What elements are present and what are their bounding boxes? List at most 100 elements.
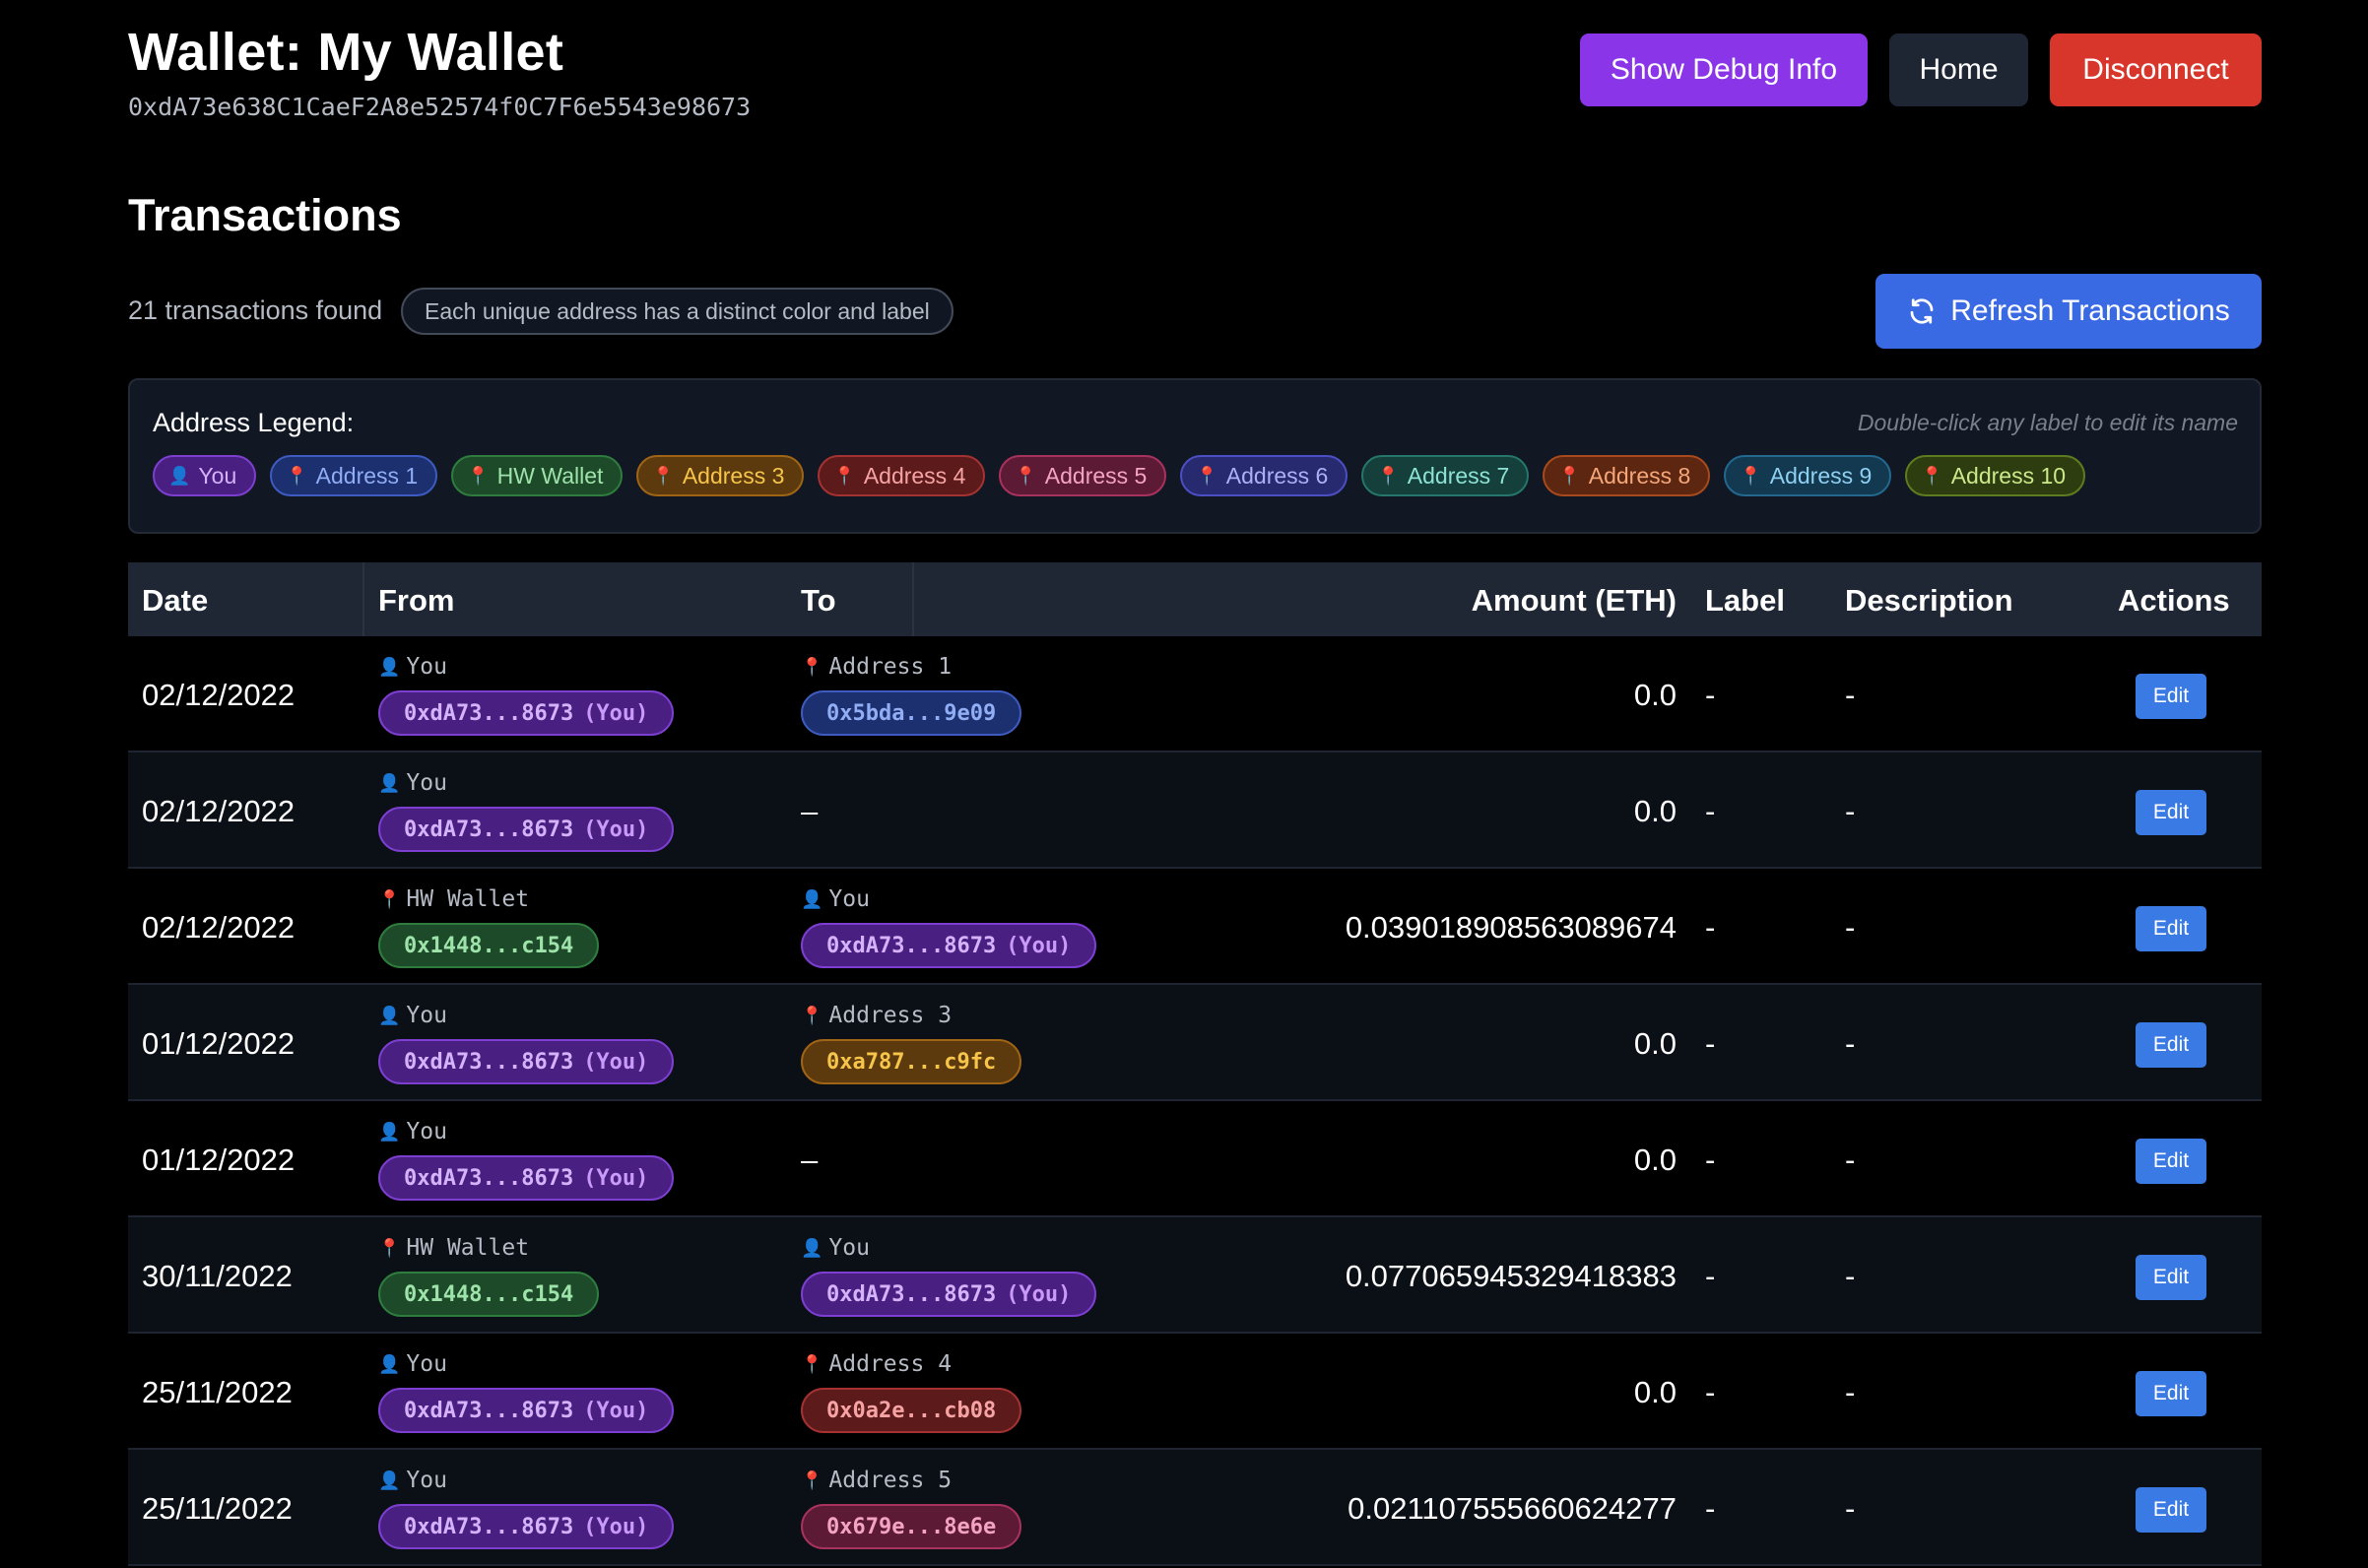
from-label-text: HW Wallet xyxy=(406,886,530,912)
to-label-text: Address 4 xyxy=(828,1351,953,1377)
legend-chip-address-8[interactable]: 📍 Address 8 xyxy=(1543,455,1711,496)
from-label[interactable]: 👤 You xyxy=(378,768,674,798)
from-address-pill[interactable]: 0xdA73...8673 (You) xyxy=(378,1155,675,1201)
you-suffix: (You) xyxy=(583,817,649,842)
pin-icon: 📍 xyxy=(1377,465,1400,486)
pin-icon: 📍 xyxy=(1558,465,1581,486)
header-amount[interactable]: Amount (ETH) xyxy=(1472,583,1677,619)
label-cell: - xyxy=(1705,1026,1716,1061)
header-from[interactable]: From xyxy=(378,583,455,619)
legend-chip-address-1[interactable]: 📍 Address 1 xyxy=(270,455,438,496)
from-label[interactable]: 👤 You xyxy=(378,652,674,682)
from-address-pill[interactable]: 0xdA73...8673 (You) xyxy=(378,1039,675,1084)
edit-button[interactable]: Edit xyxy=(2136,1487,2206,1533)
label-cell: - xyxy=(1705,1491,1716,1526)
person-icon: 👤 xyxy=(378,1121,401,1143)
from-label[interactable]: 👤 You xyxy=(378,1117,674,1146)
legend-chip-address-7[interactable]: 📍 Address 7 xyxy=(1361,455,1530,496)
to-address-pill[interactable]: 0x0a2e...cb08 xyxy=(801,1388,1022,1433)
header-label[interactable]: Label xyxy=(1705,583,1785,619)
to-cell: 👤 You 0xdA73...8673 (You) xyxy=(801,1233,1097,1317)
from-label[interactable]: 👤 You xyxy=(378,1001,674,1030)
description-cell: - xyxy=(1845,910,1856,945)
legend-title: Address Legend: xyxy=(153,408,355,437)
table-row: 25/11/2022 👤 You 0xdA73...8673 (You) 📍 Addr… xyxy=(128,1450,2262,1566)
address-text: 0xdA73...8673 xyxy=(404,1165,574,1191)
person-icon: 👤 xyxy=(801,1237,823,1259)
legend-chip-address-10[interactable]: 📍 Address 10 xyxy=(1905,455,2086,496)
transactions-table: Date From To Amount (ETH) Label Descript… xyxy=(128,562,2262,1566)
from-label[interactable]: 👤 You xyxy=(378,1349,674,1379)
header-date[interactable]: Date xyxy=(142,583,208,619)
date-cell: 25/11/2022 xyxy=(142,1375,293,1409)
from-address-pill[interactable]: 0xdA73...8673 (You) xyxy=(378,1504,675,1549)
edit-button[interactable]: Edit xyxy=(2136,1139,2206,1184)
legend-chip-address-4[interactable]: 📍 Address 4 xyxy=(818,455,986,496)
to-address-pill[interactable]: 0xa787...c9fc xyxy=(801,1039,1022,1084)
date-cell: 01/12/2022 xyxy=(142,1143,296,1177)
show-debug-button[interactable]: Show Debug Info xyxy=(1580,33,1868,106)
edit-button[interactable]: Edit xyxy=(2136,790,2206,835)
from-address-pill[interactable]: 0xdA73...8673 (You) xyxy=(378,690,675,736)
pin-icon: 📍 xyxy=(378,1237,401,1259)
wallet-page: Wallet: My Wallet 0xdA73e638C1CaeF2A8e52… xyxy=(128,0,2262,1566)
home-button[interactable]: Home xyxy=(1889,33,2028,106)
legend-chip-you[interactable]: 👤 You xyxy=(153,455,257,496)
to-address-pill[interactable]: 0x679e...8e6e xyxy=(801,1504,1022,1549)
from-address-pill[interactable]: 0xdA73...8673 (You) xyxy=(378,807,675,852)
header-to[interactable]: To xyxy=(801,583,836,619)
pin-icon: 📍 xyxy=(801,656,823,678)
to-label[interactable]: 📍 Address 1 xyxy=(801,652,1021,682)
address-text: 0x1448...c154 xyxy=(404,1281,574,1307)
address-text: 0x1448...c154 xyxy=(404,933,574,958)
legend-chip-address-5[interactable]: 📍 Address 5 xyxy=(999,455,1167,496)
from-address-pill[interactable]: 0xdA73...8673 (You) xyxy=(378,1388,675,1433)
to-label[interactable]: 📍 Address 4 xyxy=(801,1349,1021,1379)
to-label[interactable]: 👤 You xyxy=(801,884,1096,914)
table-row: 02/12/2022 👤 You 0xdA73...8673 (You) – 0.0… xyxy=(128,752,2262,869)
from-label[interactable]: 📍 HW Wallet xyxy=(378,884,599,914)
disconnect-button[interactable]: Disconnect xyxy=(2050,33,2262,106)
amount-cell: 0.077065945329418383 xyxy=(1345,1259,1677,1293)
label-cell: - xyxy=(1705,1143,1716,1177)
from-address-pill[interactable]: 0x1448...c154 xyxy=(378,1272,600,1317)
refresh-transactions-button[interactable]: Refresh Transactions xyxy=(1875,274,2262,349)
header-description[interactable]: Description xyxy=(1845,583,2013,619)
to-address-pill[interactable]: 0xdA73...8673 (You) xyxy=(801,923,1097,968)
edit-button[interactable]: Edit xyxy=(2136,1022,2206,1068)
to-label[interactable]: 👤 You xyxy=(801,1233,1096,1263)
from-label[interactable]: 📍 HW Wallet xyxy=(378,1233,599,1263)
legend-chip-label: Address 4 xyxy=(863,462,966,489)
from-cell: 👤 You 0xdA73...8673 (You) xyxy=(378,1349,675,1433)
to-label[interactable]: 📍 Address 5 xyxy=(801,1466,1021,1495)
legend-chip-address-9[interactable]: 📍 Address 9 xyxy=(1724,455,1892,496)
legend-chip-address-6[interactable]: 📍 Address 6 xyxy=(1180,455,1348,496)
table-row: 30/11/2022 📍 HW Wallet 0x1448...c154 👤 You… xyxy=(128,1217,2262,1334)
address-text: 0x5bda...9e09 xyxy=(826,700,997,726)
from-label[interactable]: 👤 You xyxy=(378,1466,674,1495)
person-icon: 👤 xyxy=(378,1353,401,1375)
from-label-text: You xyxy=(406,1003,447,1028)
edit-button[interactable]: Edit xyxy=(2136,674,2206,719)
person-icon: 👤 xyxy=(378,1005,401,1026)
edit-button[interactable]: Edit xyxy=(2136,1371,2206,1416)
page-title: Wallet: My Wallet xyxy=(128,23,564,82)
edit-button[interactable]: Edit xyxy=(2136,1255,2206,1300)
legend-chip-label: Address 8 xyxy=(1588,462,1691,489)
pin-icon: 📍 xyxy=(378,888,401,910)
legend-chip-label: Address 3 xyxy=(682,462,785,489)
edit-button[interactable]: Edit xyxy=(2136,906,2206,951)
pin-icon: 📍 xyxy=(652,465,675,486)
to-label[interactable]: 📍 Address 3 xyxy=(801,1001,1021,1030)
to-cell: 📍 Address 5 0x679e...8e6e xyxy=(801,1466,1022,1549)
legend-chip-address-3[interactable]: 📍 Address 3 xyxy=(636,455,805,496)
from-address-pill[interactable]: 0x1448...c154 xyxy=(378,923,600,968)
to-address-pill[interactable]: 0x5bda...9e09 xyxy=(801,690,1022,736)
person-icon: 👤 xyxy=(378,656,401,678)
from-cell: 📍 HW Wallet 0x1448...c154 xyxy=(378,884,600,968)
to-address-pill[interactable]: 0xdA73...8673 (You) xyxy=(801,1272,1097,1317)
to-cell: 📍 Address 4 0x0a2e...cb08 xyxy=(801,1349,1022,1433)
legend-chip-hw-wallet[interactable]: 📍 HW Wallet xyxy=(451,455,624,496)
you-suffix: (You) xyxy=(583,1049,649,1075)
description-cell: - xyxy=(1845,1259,1856,1293)
